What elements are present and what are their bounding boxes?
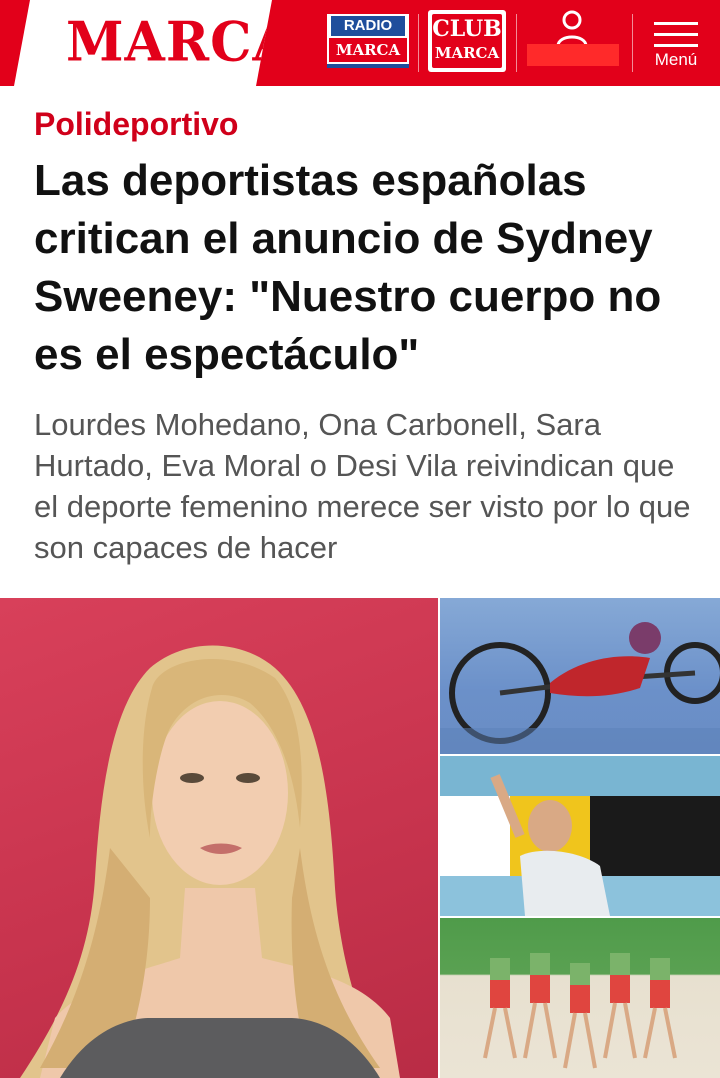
header-divider [418,14,419,72]
portrait-illustration [20,645,400,1078]
header-divider [632,14,633,72]
radio-marca-bottom-label: MARCA [329,38,407,62]
top-navigation-bar: MARCA RADIO MARCA CLUB MARCA Menú [0,0,720,86]
handbike-illustration [440,622,720,754]
section-link[interactable]: Polideportivo [34,104,238,144]
article-headline: Las deportistas españolas critican el an… [34,156,662,379]
marca-logo: MARCA [66,10,294,75]
swimmer-illustration [440,774,720,916]
menu-label: Menú [654,50,698,69]
marca-logo-link[interactable]: MARCA [14,0,272,86]
club-marca-button[interactable]: CLUB MARCA [428,10,506,72]
radio-marca-top-label: RADIO [331,16,405,36]
redacted-username [527,44,619,66]
rhythmic-gymnastics-photo [440,918,720,1078]
radio-marca-button[interactable]: RADIO MARCA [327,14,409,68]
main-portrait-photo [0,598,438,1078]
article-image-collage[interactable] [0,598,720,1078]
header-divider [516,14,517,72]
hamburger-menu-icon [654,22,698,47]
artistic-swimmer-photo [440,756,720,916]
club-marca-line1: CLUB [432,16,502,42]
user-icon [556,10,588,47]
handbike-athlete-photo [440,598,720,754]
club-marca-badge: CLUB MARCA [432,14,502,68]
club-marca-line2: MARCA [434,44,500,62]
gymnasts-illustration [483,953,677,1069]
article-subtitle: Lourdes Mohedano, Ona Carbonell, Sara Hu… [34,407,691,565]
